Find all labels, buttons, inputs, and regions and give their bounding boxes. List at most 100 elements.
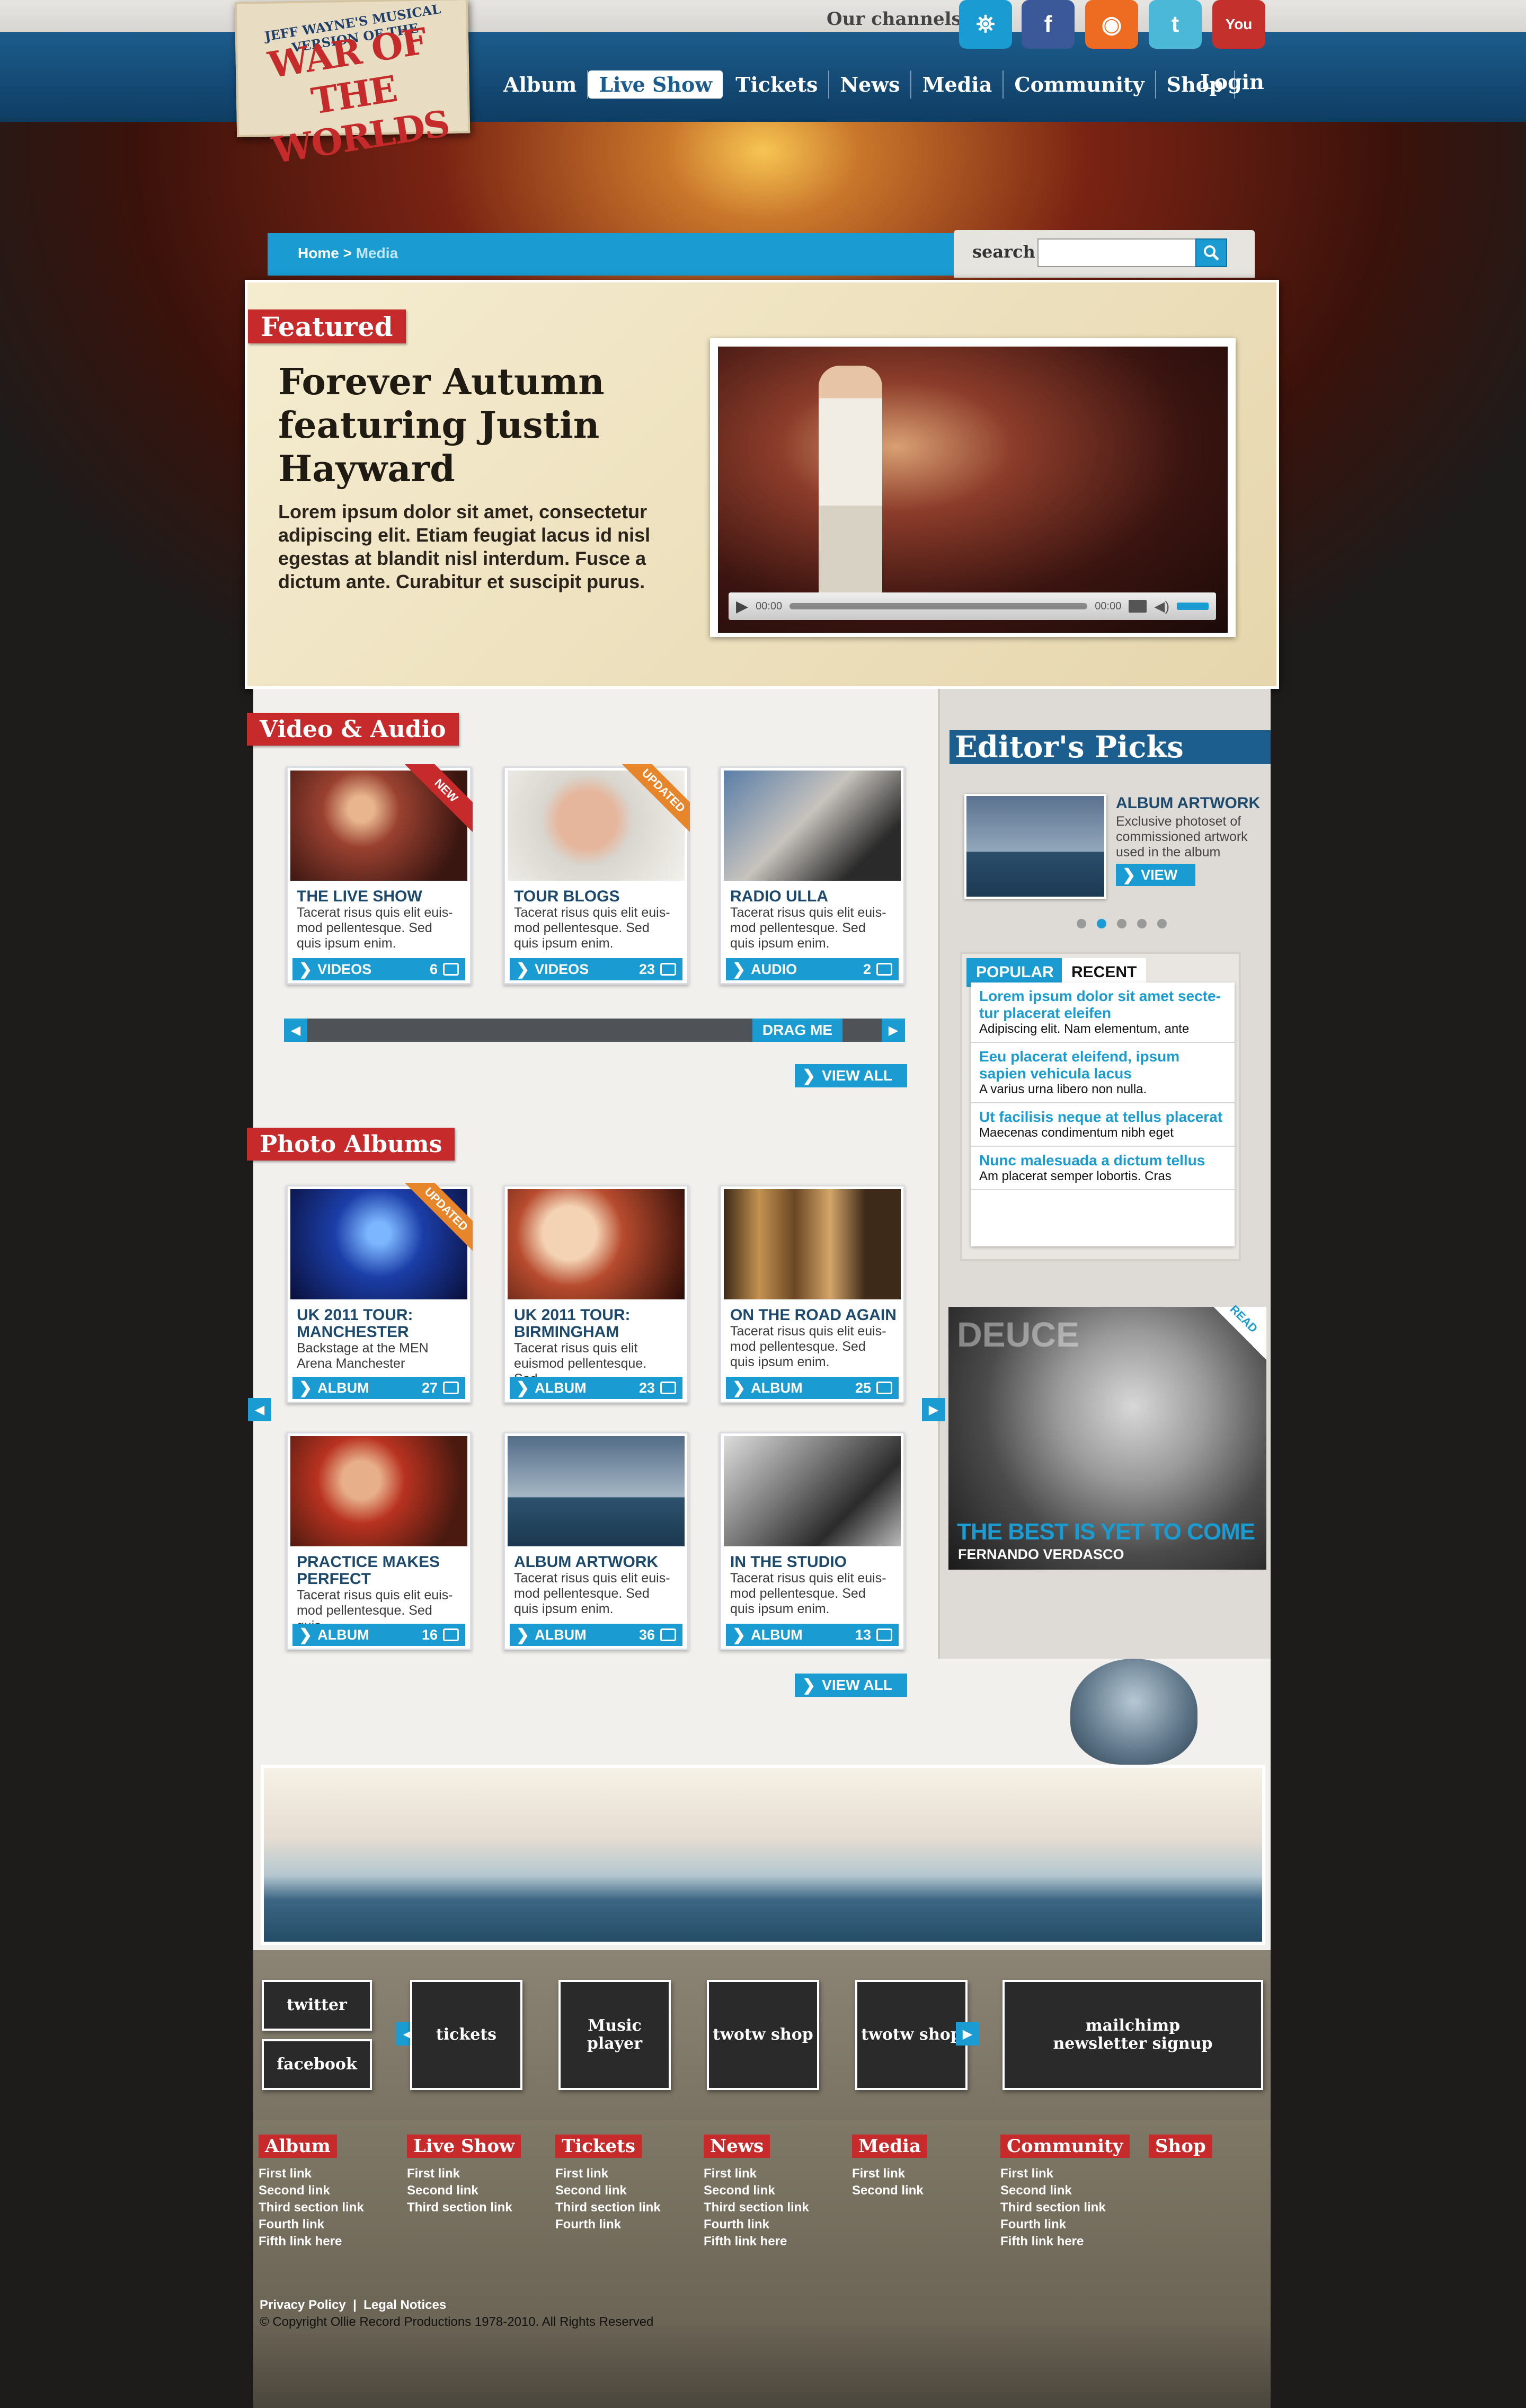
scroll-right-button[interactable]: ▶ — [882, 1019, 905, 1042]
video-view-all-button[interactable]: ❯ VIEW ALL — [795, 1064, 907, 1087]
footer-link[interactable]: Third section link — [259, 2199, 402, 2216]
footer-link[interactable]: Fourth link — [704, 2216, 847, 2233]
editors-pick-thumbnail[interactable] — [964, 794, 1106, 899]
footer-link[interactable]: Fourth link — [555, 2216, 698, 2233]
scroll-left-button[interactable]: ◀ — [284, 1019, 307, 1042]
pa-button[interactable]: ❯ ALBUM 27 — [292, 1377, 465, 1399]
footer-link[interactable]: Third section link — [555, 2199, 698, 2216]
footer-link[interactable]: First link — [852, 2165, 995, 2182]
legal-notices-link[interactable]: Legal Notices — [363, 2298, 446, 2312]
footer-link[interactable]: Fifth link here — [259, 2233, 402, 2250]
footer-column-heading[interactable]: Community — [1000, 2135, 1130, 2158]
play-icon[interactable]: ▶ — [736, 597, 748, 616]
footer-link[interactable]: Second link — [852, 2182, 995, 2199]
pa-title[interactable]: UK 2011 TOUR: MANCHESTER — [297, 1307, 466, 1341]
va-button[interactable]: ❯ VIDEOS 23 — [510, 958, 682, 980]
fullscreen-icon[interactable] — [1129, 600, 1147, 613]
nav-media[interactable]: Media — [911, 70, 1004, 99]
shop-box[interactable]: twotw shop — [707, 1980, 819, 2090]
footer-link[interactable]: Fifth link here — [1000, 2233, 1143, 2250]
breadcrumb-home[interactable]: Home — [298, 245, 339, 261]
footer-link[interactable]: Second link — [259, 2182, 402, 2199]
footer-link[interactable]: Third section link — [407, 2199, 550, 2216]
pa-thumbnail[interactable] — [508, 1436, 685, 1546]
editors-pick-view-button[interactable]: ❯ VIEW — [1116, 864, 1195, 886]
list-item[interactable]: Lorem ipsum dolor sit amet secte-tur pla… — [971, 982, 1235, 1043]
pa-title[interactable]: IN THE STUDIO — [730, 1554, 900, 1571]
footer-column-heading[interactable]: Shop — [1149, 2135, 1212, 2158]
pa-title[interactable]: UK 2011 TOUR: BIRMINGHAM — [514, 1307, 684, 1341]
va-title[interactable]: THE LIVE SHOW — [297, 888, 466, 905]
site-logo[interactable]: JEFF WAYNE'S MUSICAL VERSION OF THE WAR … — [234, 0, 471, 172]
albums-view-all-button[interactable]: ❯ VIEW ALL — [795, 1674, 907, 1697]
pa-thumbnail[interactable] — [508, 1189, 685, 1299]
pa-title[interactable]: ON THE ROAD AGAIN — [730, 1307, 900, 1324]
pa-thumbnail[interactable] — [724, 1189, 901, 1299]
footer-link[interactable]: First link — [407, 2165, 550, 2182]
carousel-dot[interactable] — [1157, 919, 1167, 928]
footer-link[interactable]: First link — [1000, 2165, 1143, 2182]
newsletter-signup-box[interactable]: mailchimp newsletter signup — [1002, 1980, 1263, 2090]
va-button[interactable]: ❯ AUDIO 2 — [726, 958, 899, 980]
footer-link[interactable]: Fifth link here — [704, 2233, 847, 2250]
pa-button[interactable]: ❯ ALBUM 16 — [292, 1624, 465, 1646]
pa-thumbnail[interactable] — [290, 1436, 467, 1546]
footer-next-button[interactable]: ▶ — [956, 2022, 979, 2046]
editors-pick-title[interactable]: ALBUM ARTWORK — [1116, 795, 1260, 812]
pa-title[interactable]: PRACTICE MAKES PERFECT — [297, 1554, 466, 1588]
footer-column-heading[interactable]: Live Show — [407, 2135, 521, 2158]
footer-column-heading[interactable]: Album — [259, 2135, 337, 2158]
list-item[interactable]: Eeu placerat eleifend, ipsum sapien vehi… — [971, 1043, 1235, 1103]
footer-link[interactable]: Second link — [704, 2182, 847, 2199]
footer-link[interactable]: Third section link — [1000, 2199, 1143, 2216]
va-button[interactable]: ❯ VIDEOS 6 — [292, 958, 465, 980]
pa-button[interactable]: ❯ ALBUM 36 — [510, 1624, 682, 1646]
list-item-title[interactable]: Nunc malesuada a dictum tellus — [979, 1152, 1226, 1169]
carousel-dot[interactable] — [1117, 919, 1126, 928]
footer-link[interactable]: Second link — [407, 2182, 550, 2199]
rss-icon[interactable]: ◉ — [1085, 0, 1138, 49]
albums-prev-button[interactable]: ◀ — [248, 1398, 271, 1421]
pa-button[interactable]: ❯ ALBUM 13 — [726, 1624, 899, 1646]
twitter-icon[interactable]: t — [1149, 0, 1202, 49]
pa-button[interactable]: ❯ ALBUM 25 — [726, 1377, 899, 1399]
footer-link[interactable]: Fourth link — [1000, 2216, 1143, 2233]
albums-next-button[interactable]: ▶ — [922, 1398, 945, 1421]
footer-link[interactable]: First link — [555, 2165, 698, 2182]
nav-live-show[interactable]: Live Show — [588, 70, 723, 99]
featured-title[interactable]: Forever Autumn featuring Justin Hayward — [278, 360, 713, 491]
pa-button[interactable]: ❯ ALBUM 23 — [510, 1377, 682, 1399]
pa-title[interactable]: ALBUM ARTWORK — [514, 1554, 684, 1571]
footer-column-heading[interactable]: News — [704, 2135, 770, 2158]
tripod-icon[interactable]: ⛯ — [959, 0, 1012, 49]
va-title[interactable]: RADIO ULLA — [730, 888, 900, 905]
footer-link[interactable]: Fourth link — [259, 2216, 402, 2233]
list-item-title[interactable]: Ut facilisis neque at tellus placerat — [979, 1109, 1226, 1126]
carousel-dot[interactable] — [1077, 919, 1086, 928]
carousel-dot[interactable] — [1137, 919, 1147, 928]
volume-icon[interactable]: ◀) — [1154, 598, 1169, 615]
search-button[interactable] — [1195, 238, 1227, 267]
va-title[interactable]: TOUR BLOGS — [514, 888, 684, 905]
footer-link[interactable]: Second link — [1000, 2182, 1143, 2199]
music-player-box[interactable]: Music player — [558, 1980, 671, 2090]
twitter-box[interactable]: twitter — [262, 1980, 372, 2031]
volume-slider[interactable] — [1177, 603, 1209, 610]
facebook-icon[interactable]: f — [1022, 0, 1075, 49]
tickets-box[interactable]: tickets — [410, 1980, 522, 2090]
shop-box-2[interactable]: twotw shop — [855, 1980, 968, 2090]
footer-column-heading[interactable]: Tickets — [555, 2135, 642, 2158]
nav-community[interactable]: Community — [1004, 70, 1156, 99]
nav-tickets[interactable]: Tickets — [725, 70, 830, 99]
drag-handle[interactable]: DRAG ME — [752, 1019, 842, 1042]
list-item-title[interactable]: Eeu placerat eleifend, ipsum sapien vehi… — [979, 1048, 1226, 1082]
footer-link[interactable]: Third section link — [704, 2199, 847, 2216]
nav-news[interactable]: News — [829, 70, 912, 99]
pa-thumbnail[interactable] — [724, 1436, 901, 1546]
login-link[interactable]: Login — [1200, 70, 1264, 94]
progress-track[interactable] — [789, 603, 1088, 609]
footer-link[interactable]: First link — [704, 2165, 847, 2182]
search-input[interactable] — [1037, 238, 1196, 267]
list-item-title[interactable]: Lorem ipsum dolor sit amet secte-tur pla… — [979, 988, 1226, 1022]
list-item[interactable]: Nunc malesuada a dictum tellus Am placera… — [971, 1147, 1235, 1190]
